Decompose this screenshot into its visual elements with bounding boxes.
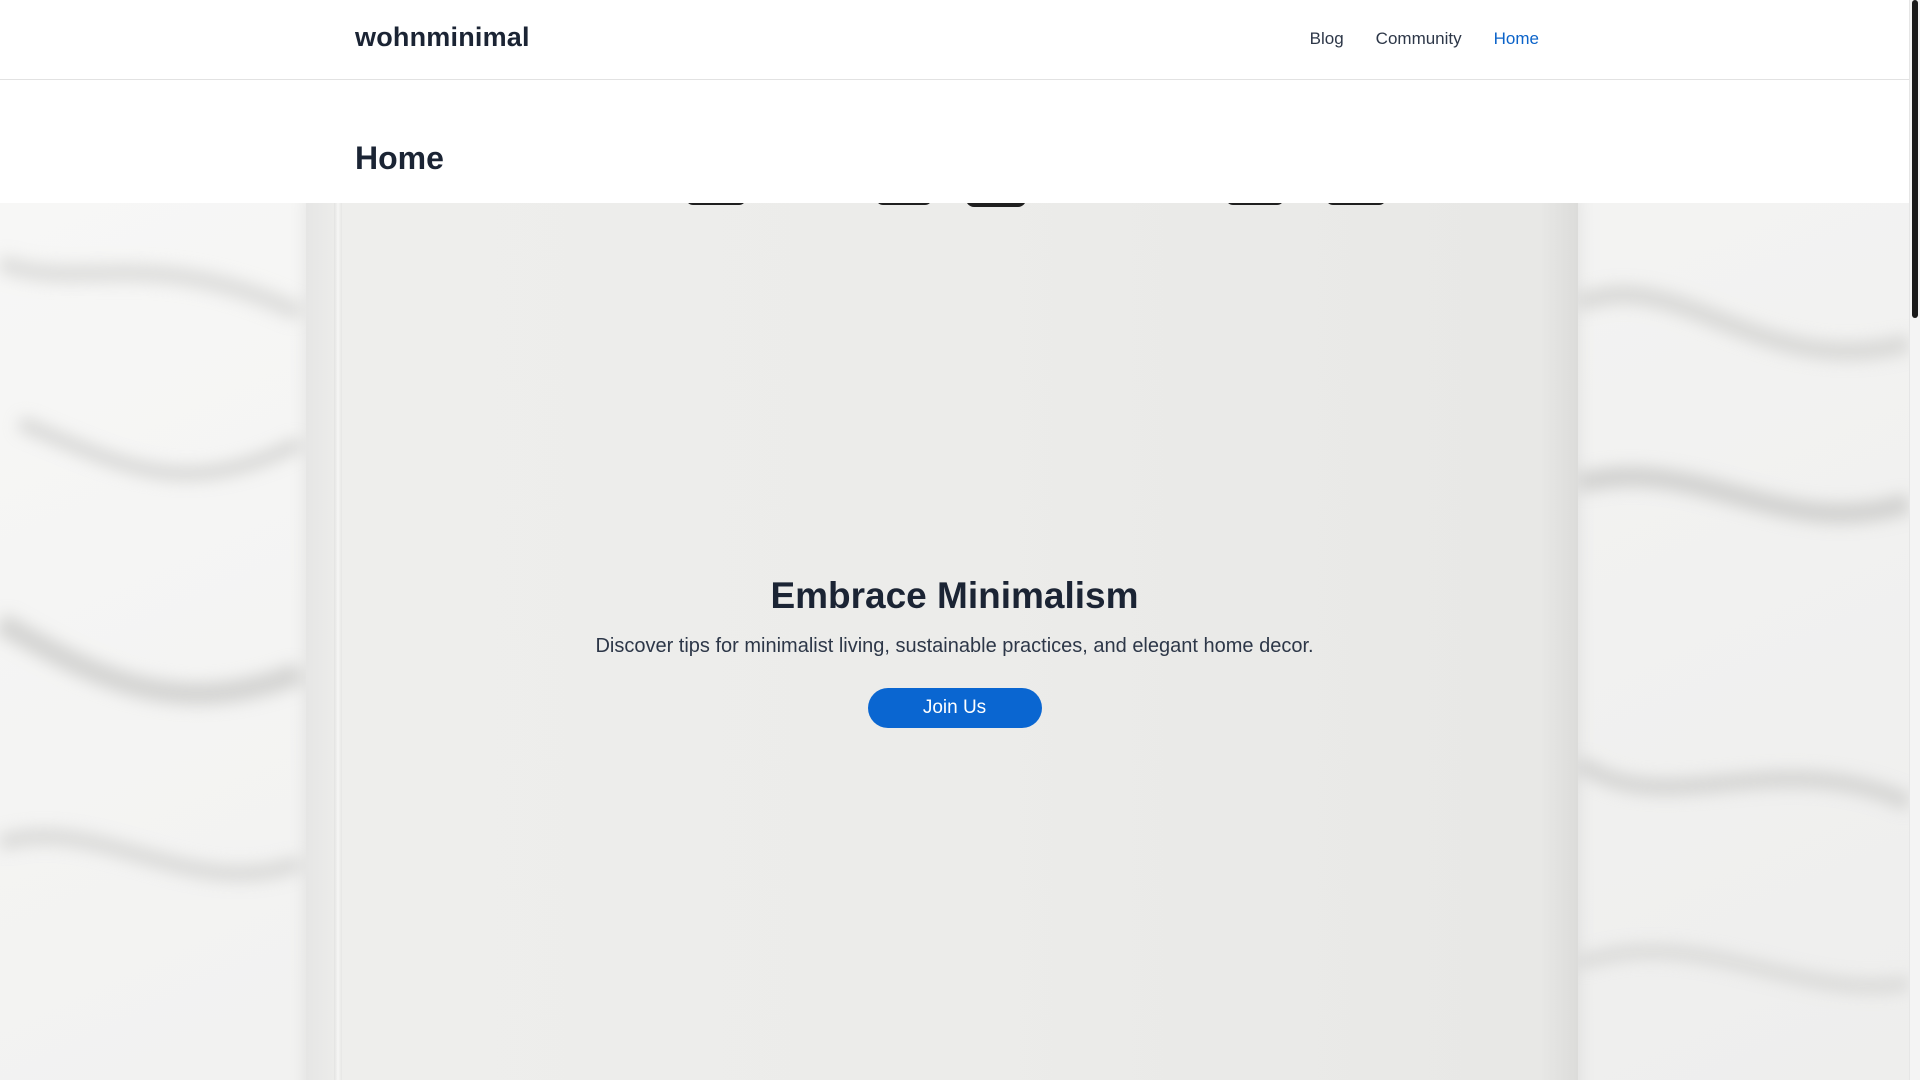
hero-section: Embrace Minimalism Discover tips for min… bbox=[0, 203, 1909, 1080]
page: wohnminimal Blog Community Home Home Emb… bbox=[0, 0, 1909, 1080]
book-cover-lettering bbox=[688, 203, 1384, 207]
page-title-band: Home bbox=[0, 81, 1909, 203]
brand-logo-link[interactable]: wohnminimal bbox=[355, 22, 530, 53]
page-scrollbar[interactable] bbox=[1909, 0, 1920, 1080]
main-nav: Blog Community Home bbox=[1310, 29, 1539, 49]
join-us-button[interactable]: Join Us bbox=[867, 688, 1042, 728]
site-header: wohnminimal Blog Community Home bbox=[0, 0, 1909, 80]
nav-link-community[interactable]: Community bbox=[1376, 29, 1462, 49]
page-title: Home bbox=[355, 140, 444, 176]
nav-link-home[interactable]: Home bbox=[1494, 29, 1539, 49]
hero-title: Embrace Minimalism bbox=[770, 575, 1139, 616]
scrollbar-thumb[interactable] bbox=[1912, 0, 1918, 318]
hero-subtitle: Discover tips for minimalist living, sus… bbox=[595, 635, 1314, 657]
nav-link-blog[interactable]: Blog bbox=[1310, 29, 1344, 49]
hero-content: Embrace Minimalism Discover tips for min… bbox=[0, 575, 1909, 728]
